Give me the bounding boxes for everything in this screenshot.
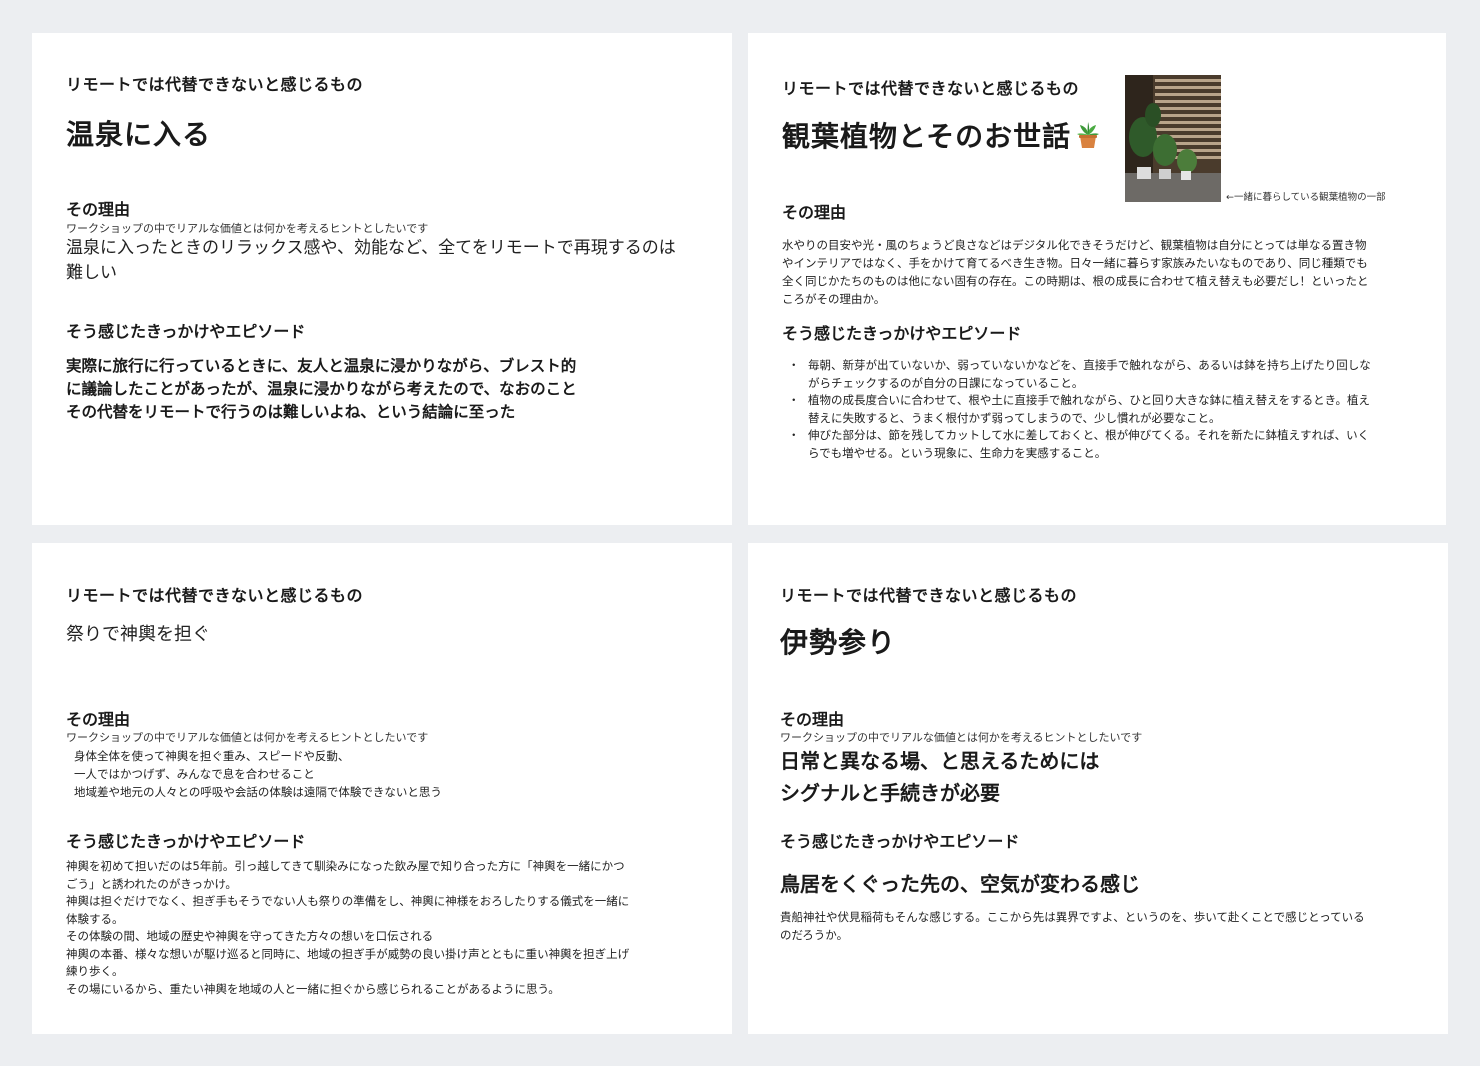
reason-heading: その理由: [780, 710, 845, 729]
reason-line: 一人ではかつげず、みんなで息を合わせること: [74, 767, 315, 781]
reason-hint: ワークショップの中でリアルな価値とは何かを考えるヒントとしたいです: [780, 731, 1143, 744]
episode-line: その体験の間、地域の歴史や神輿を守ってきた方々の想いを口伝される: [66, 929, 434, 943]
reason-line: やインテリアではなく、手をかけて育てるべき生き物。日々一緒に暮らす家族みたいなも…: [782, 256, 1368, 270]
reason-heading: その理由: [782, 203, 847, 222]
list-item-line: らでも増やせる。という現象に、生命力を実感すること。: [808, 445, 1107, 460]
episode-heading: そう感じたきっかけやエピソード: [66, 322, 306, 341]
reason-line: 全く同じかたちのものは他にない固有の存在。この時期は、根の成長に合わせて植え替え…: [782, 274, 1369, 288]
reason-line: 日常と異なる場、と思えるためには: [780, 749, 1100, 773]
reason-heading: その理由: [66, 710, 131, 729]
episode-heading: そう感じたきっかけやエピソード: [66, 832, 306, 851]
slide-card-houseplants[interactable]: リモートでは代替できないと感じるもの 観葉植物とそのお世話 ←一緒に暮らしている…: [748, 33, 1446, 525]
episode-line: 神輿の本番、様々な想いが駆け巡ると同時に、地域の担ぎ手が威勢の良い掛け声とともに…: [66, 946, 630, 961]
episode-text: 実際に旅行に行っているときに、友人と温泉に浸かりながら、ブレスト的 に議論したこ…: [66, 355, 577, 424]
potted-plant-icon: [1075, 121, 1101, 156]
episode-line: 体験する。: [66, 911, 124, 926]
card-title: 観葉植物とそのお世話: [782, 120, 1072, 153]
slide-card-onsen[interactable]: リモートでは代替できないと感じるもの 温泉に入る その理由 ワークショップの中で…: [32, 33, 732, 525]
episode-text: 神輿を初めて担いだのは5年前。引っ越してきて馴染みになった飲み屋で知り合った方に…: [66, 858, 629, 998]
card-title-row: 観葉植物とそのお世話: [782, 115, 1101, 156]
card-kicker: リモートでは代替できないと感じるもの: [66, 586, 364, 605]
card-kicker: リモートでは代替できないと感じるもの: [782, 79, 1080, 98]
episode-line: 練り歩く。: [66, 964, 124, 978]
reason-line: 身体全体を使って神輿を担ぐ重み、スピードや反動、: [74, 749, 350, 763]
episode-line: に議論したことがあったが、温泉に浸かりながら考えたので、なおのこと: [66, 380, 577, 398]
reason-line: ころがその理由か。: [782, 292, 886, 306]
episode-line: その場にいるから、重たい神輿を地域の人と一緒に担ぐから感じられることがあるように…: [66, 981, 560, 996]
reason-hint: ワークショップの中でリアルな価値とは何かを考えるヒントとしたいです: [66, 731, 429, 744]
reason-line: 水やりの目安や光・風のちょうど良さなどはデジタル化できそうだけど、観葉植物は自分…: [782, 238, 1367, 252]
slide-card-mikoshi[interactable]: リモートでは代替できないと感じるもの 祭りで神輿を担ぐ その理由 ワークショップ…: [32, 543, 732, 1034]
episode-list: 毎朝、新芽が出ていないか、弱っていないかなどを、直接手で触れながら、あるいは鉢を…: [782, 357, 1422, 462]
card-kicker: リモートでは代替できないと感じるもの: [780, 586, 1078, 605]
episode-line: 神輿を初めて担いだのは5年前。引っ越してきて馴染みになった飲み屋で知り合った方に…: [66, 859, 625, 873]
episode-text: 貴船神社や伏見稲荷もそんな感じする。ここから先は異界ですよ、というのを、歩いて赴…: [780, 908, 1365, 944]
reason-hint: ワークショップの中でリアルな価値とは何かを考えるヒントとしたいです: [66, 222, 429, 235]
list-item: 植物の成長度合いに合わせて、根や土に直接手で触れながら、ひと回り大きな鉢に植え替…: [782, 392, 1422, 427]
card-title: 温泉に入る: [66, 118, 212, 151]
episode-headline: 鳥居をくぐった先の、空気が変わる感じ: [780, 872, 1140, 896]
reason-text: 温泉に入ったときのリラックス感や、効能など、全てをリモートで再現するのは 難しい: [66, 236, 676, 286]
reason-line: シグナルと手続きが必要: [780, 781, 1000, 805]
list-item-line: がらチェックするのが自分の日課になっていること。: [808, 375, 1084, 390]
reason-heading: その理由: [66, 200, 131, 219]
episode-heading: そう感じたきっかけやエピソード: [780, 832, 1020, 851]
list-item: 伸びた部分は、節を残してカットして水に差しておくと、根が伸びてくる。それを新たに…: [782, 427, 1422, 462]
reason-line: 温泉に入ったときのリラックス感や、効能など、全てをリモートで再現するのは: [66, 238, 676, 258]
reason-text: 身体全体を使って神輿を担ぐ重み、スピードや反動、 一人ではかつげず、みんなで息を…: [74, 747, 442, 801]
slide-card-ise-mairi[interactable]: リモートでは代替できないと感じるもの 伊勢参り その理由 ワークショップの中でリ…: [748, 543, 1448, 1034]
episode-line: 実際に旅行に行っているときに、友人と温泉に浸かりながら、ブレスト的: [66, 357, 577, 375]
reason-line: 難しい: [66, 263, 117, 283]
episode-line: のだろうか。: [780, 928, 849, 942]
episode-line: ごう」と誘われたのがきっかけ。: [66, 876, 237, 891]
episode-line: 貴船神社や伏見稲荷もそんな感じする。ここから先は異界ですよ、というのを、歩いて赴…: [780, 910, 1365, 924]
photo-caption: ←一緒に暮らしている観葉植物の一部: [1226, 192, 1386, 203]
card-title: 祭りで神輿を担ぐ: [66, 624, 210, 645]
reason-text: 日常と異なる場、と思えるためには シグナルと手続きが必要: [780, 745, 1099, 809]
reason-text: 水やりの目安や光・風のちょうど良さなどはデジタル化できそうだけど、観葉植物は自分…: [782, 236, 1369, 308]
list-item-line: 毎朝、新芽が出ていないか、弱っていないかなどを、直接手で触れながら、あるいは鉢を…: [808, 358, 1371, 372]
list-item-line: 植物の成長度合いに合わせて、根や土に直接手で触れながら、ひと回り大きな鉢に植え替…: [808, 393, 1370, 407]
list-item-line: 替えに失敗すると、うまく根付かず弱ってしまうので、少し慣れが必要なこと。: [808, 410, 1221, 425]
card-kicker: リモートでは代替できないと感じるもの: [66, 75, 364, 94]
list-item: 毎朝、新芽が出ていないか、弱っていないかなどを、直接手で触れながら、あるいは鉢を…: [782, 357, 1422, 392]
list-item-line: 伸びた部分は、節を残してカットして水に差しておくと、根が伸びてくる。それを新たに…: [808, 428, 1370, 442]
houseplants-photo: [1125, 75, 1221, 202]
episode-line: その代替をリモートで行うのは難しいよね、という結論に至った: [66, 403, 516, 421]
episode-heading: そう感じたきっかけやエピソード: [782, 324, 1022, 343]
episode-line: 神輿は担ぐだけでなく、担ぎ手もそうでない人も祭りの準備をし、神輿に神様をおろした…: [66, 894, 630, 908]
reason-line: 地域差や地元の人々との呼吸や会話の体験は遠隔で体験できないと思う: [74, 785, 442, 799]
card-title: 伊勢参り: [780, 626, 897, 659]
